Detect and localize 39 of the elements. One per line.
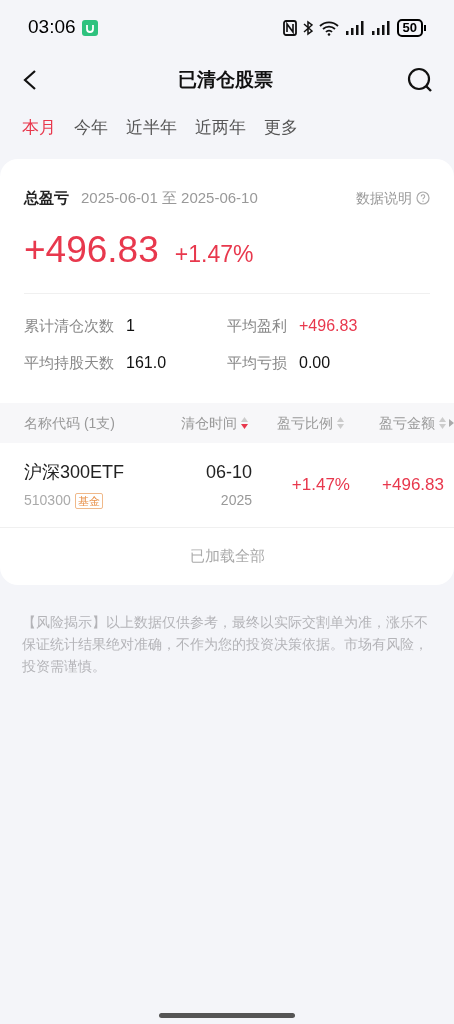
stat-value: 0.00 bbox=[299, 353, 331, 373]
stat-value: +496.83 bbox=[299, 316, 358, 336]
close-date: 06-10 bbox=[205, 461, 252, 484]
total-label: 总盈亏 bbox=[24, 188, 69, 208]
stat-label: 平均亏损 bbox=[227, 353, 287, 373]
period-tab[interactable]: 近两年 bbox=[195, 115, 246, 141]
date-range: 2025-06-01 至 2025-06-10 bbox=[81, 188, 258, 208]
scroll-right-icon bbox=[449, 419, 454, 427]
total-profit: +496.83 bbox=[24, 227, 159, 272]
wifi-icon bbox=[318, 19, 339, 36]
period-tab[interactable]: 今年 bbox=[74, 115, 108, 141]
stat-label: 平均持股天数 bbox=[24, 353, 114, 373]
loaded-all-text: 已加载全部 bbox=[189, 546, 265, 567]
app-notification-icon bbox=[81, 19, 98, 36]
stat-label: 累计清仓次数 bbox=[24, 316, 114, 336]
period-tab[interactable]: 本月 bbox=[22, 115, 56, 141]
stat-value: 161.0 bbox=[126, 353, 167, 373]
battery-level: 50 bbox=[396, 18, 423, 37]
nfc-icon bbox=[282, 19, 297, 36]
close-year: 2025 bbox=[220, 491, 252, 510]
stock-code: 510300 bbox=[24, 491, 71, 510]
column-header: 名称代码 (1支) bbox=[24, 413, 115, 433]
signal-icon bbox=[370, 20, 391, 35]
help-icon bbox=[416, 191, 430, 206]
fund-tag: 基金 bbox=[74, 492, 103, 509]
signal-icon bbox=[344, 20, 365, 35]
stat-label: 平均盈利 bbox=[227, 316, 287, 336]
search-button[interactable] bbox=[406, 66, 434, 94]
profit-amount: +496.83 bbox=[382, 474, 444, 497]
profit-percent: +1.47% bbox=[291, 474, 350, 497]
stock-name: 沪深300ETF bbox=[24, 461, 126, 484]
bluetooth-icon bbox=[302, 19, 313, 36]
page-title: 已清仓股票 bbox=[177, 67, 273, 92]
status-time: 03:06 bbox=[28, 15, 76, 40]
period-tab[interactable]: 近半年 bbox=[126, 115, 177, 141]
total-percent: +1.47% bbox=[174, 239, 254, 269]
period-tab[interactable]: 更多 bbox=[264, 115, 298, 141]
stat-value: 1 bbox=[126, 316, 135, 336]
stock-row[interactable]: 沪深300ETF 510300 基金 06-10 2025 +1.47% +496.83 bbox=[0, 443, 454, 528]
